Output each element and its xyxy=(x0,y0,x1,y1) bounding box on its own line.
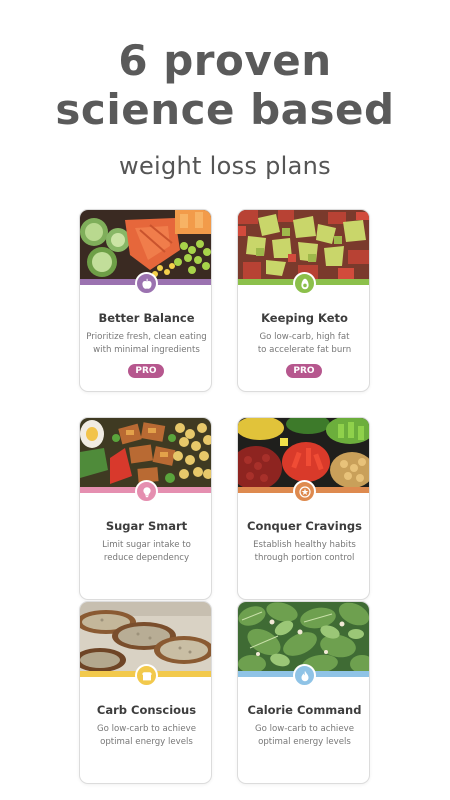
bread-icon xyxy=(135,664,158,687)
plan-description: Go low-carb to achieve optimal energy le… xyxy=(97,724,196,747)
plan-photo-avocado-salad xyxy=(238,210,369,279)
plan-card-better-balance[interactable]: Better Balance Prioritize fresh, clean e… xyxy=(79,209,212,392)
star-icon xyxy=(293,480,316,503)
plan-title: Calorie Command xyxy=(247,703,362,717)
headline: 6 proven science based xyxy=(0,36,450,134)
plan-photo-bread xyxy=(80,602,211,671)
avocado-icon xyxy=(293,272,316,295)
plan-photo-tofu-salad xyxy=(80,418,211,487)
flame-icon xyxy=(293,664,316,687)
plan-description: Prioritize fresh, clean eating with mini… xyxy=(86,332,207,355)
lightbulb-icon xyxy=(135,480,158,503)
headline-line-1: 6 proven xyxy=(118,36,332,85)
plan-description: Establish healthy habits through portion… xyxy=(253,540,356,563)
plan-card-carb-conscious[interactable]: Carb Conscious Go low-carb to achieve op… xyxy=(79,601,212,784)
plan-card-sugar-smart[interactable]: Sugar Smart Limit sugar intake to reduce… xyxy=(79,417,212,600)
plan-title: Carb Conscious xyxy=(96,703,197,717)
plan-card-conquer-cravings[interactable]: Conquer Cravings Establish healthy habit… xyxy=(237,417,370,600)
subheadline: weight loss plans xyxy=(119,152,331,180)
plan-description: Go low-carb, high fat to accelerate fat … xyxy=(257,332,352,355)
apple-icon xyxy=(135,272,158,295)
plan-title: Keeping Keto xyxy=(261,311,348,325)
pro-badge: PRO xyxy=(286,364,322,378)
plan-description: Go low-carb to achieve optimal energy le… xyxy=(255,724,354,747)
plan-description: Limit sugar intake to reduce dependency xyxy=(102,540,191,563)
plan-card-keeping-keto[interactable]: Keeping Keto Go low-carb, high fat to ac… xyxy=(237,209,370,392)
pro-badge: PRO xyxy=(128,364,164,378)
plan-title: Conquer Cravings xyxy=(247,519,362,533)
plan-photo-salmon-bowl xyxy=(80,210,211,279)
plan-title: Better Balance xyxy=(98,311,195,325)
plan-photo-spinach xyxy=(238,602,369,671)
plan-card-calorie-command[interactable]: Calorie Command Go low-carb to achieve o… xyxy=(237,601,370,784)
headline-line-2: science based xyxy=(55,85,395,134)
plan-photo-veggie-bowls xyxy=(238,418,369,487)
plan-title: Sugar Smart xyxy=(105,519,188,533)
